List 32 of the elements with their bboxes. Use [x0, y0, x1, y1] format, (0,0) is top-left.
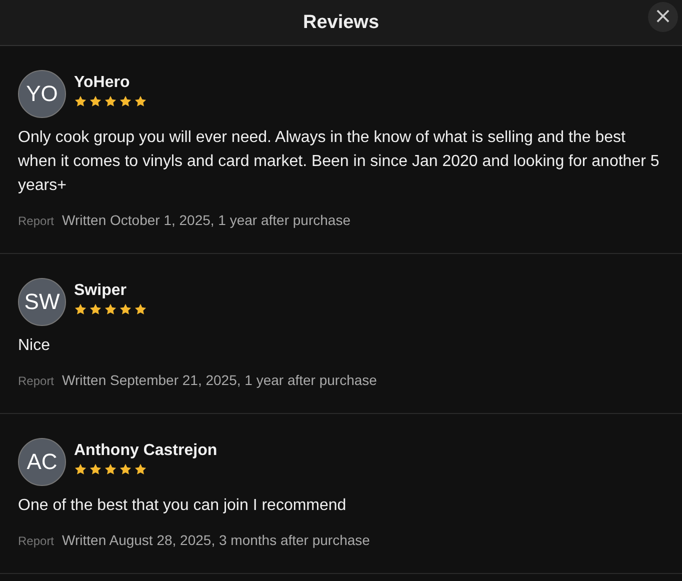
reviewer-name: Swiper: [74, 282, 128, 300]
report-link[interactable]: Report: [18, 374, 54, 388]
review-date: Written August 28, 2025, 3 months after purchase: [62, 532, 370, 548]
window-title: Reviews: [302, 12, 380, 34]
star-icon: [119, 463, 132, 476]
reviewer-name: YoHero: [74, 74, 131, 92]
review-date: Written September 21, 2025, 1 year after purchase: [62, 372, 377, 388]
report-link[interactable]: Report: [18, 534, 54, 548]
star-icon: [74, 463, 87, 476]
reviewer-name: Anthony Castrejon: [74, 442, 218, 460]
star-icon: [134, 463, 147, 476]
star-icon: [104, 463, 117, 476]
review-text: Nice: [18, 336, 52, 356]
review-text: Only cook group you will ever need. Always in the know of what is selling and the best when it comes to vinyls and card market. Been in since Jan 2020 and looking for another 5 years+: [18, 128, 660, 196]
star-icon: [119, 303, 132, 316]
report-link[interactable]: Report: [18, 214, 54, 228]
avatar: AC: [18, 438, 66, 486]
close-button[interactable]: ×: [648, 2, 678, 32]
star-icon: [74, 95, 87, 108]
star-icon: [134, 95, 147, 108]
star-icon: [74, 303, 87, 316]
star-icon: [89, 463, 102, 476]
avatar: SW: [18, 278, 66, 326]
avatar: YO: [18, 70, 66, 118]
star-icon: [104, 303, 117, 316]
star-icon: [89, 95, 102, 108]
star-icon: [119, 95, 132, 108]
review-date: Written October 1, 2025, 1 year after purchase: [62, 212, 350, 228]
star-icon: [89, 303, 102, 316]
star-icon: [134, 303, 147, 316]
star-icon: [104, 95, 117, 108]
review-text: One of the best that you can join I recommend: [18, 496, 348, 516]
